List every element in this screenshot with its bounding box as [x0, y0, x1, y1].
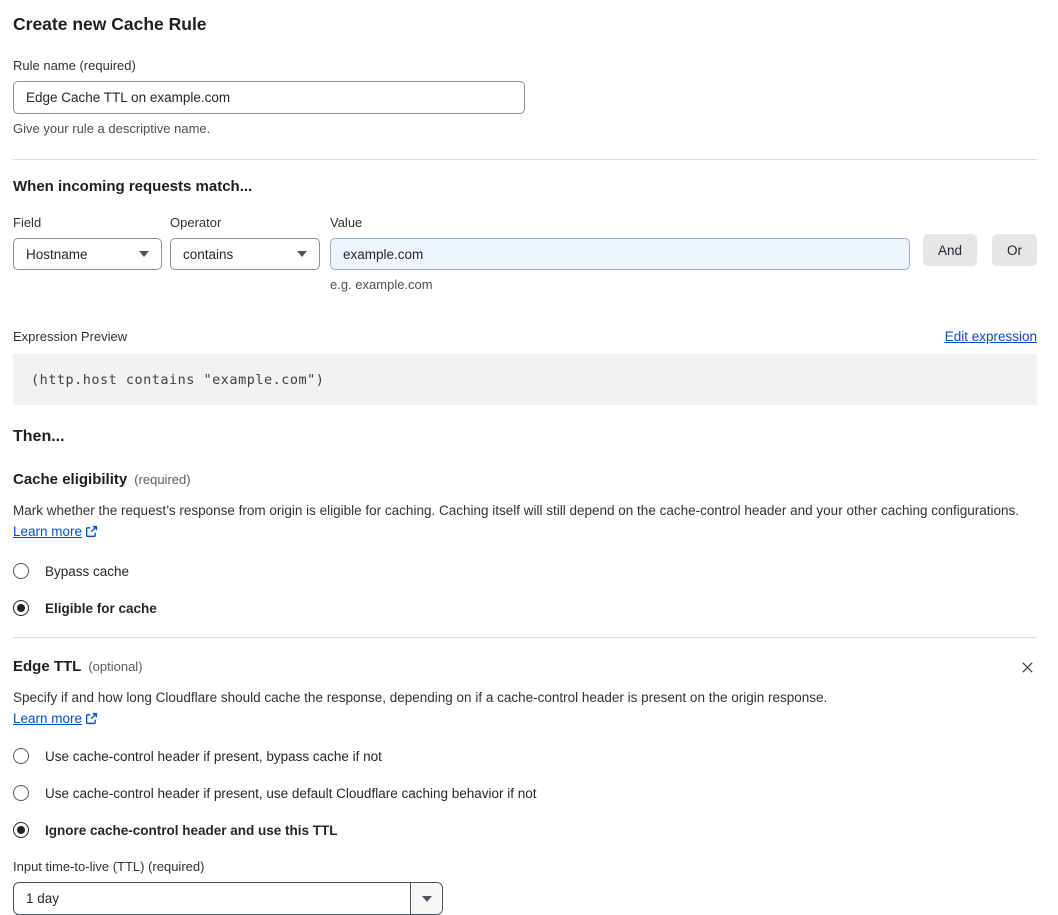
value-label: Value — [330, 215, 363, 230]
or-button[interactable]: Or — [992, 234, 1037, 266]
edge-ttl-description-text: Specify if and how long Cloudflare shoul… — [13, 690, 828, 705]
radio-option-use-header-bypass[interactable]: Use cache-control header if present, byp… — [13, 748, 1037, 764]
rule-name-input[interactable] — [13, 81, 525, 114]
chevron-down-icon — [297, 251, 307, 257]
close-icon — [1022, 662, 1033, 673]
field-label: Field — [13, 215, 42, 230]
create-cache-rule-form: Create new Cache Rule Rule name (require… — [0, 0, 1058, 915]
radio-option-eligible-for-cache[interactable]: Eligible for cache — [13, 600, 1037, 616]
radio-icon[interactable] — [13, 563, 29, 579]
edit-expression-link[interactable]: Edit expression — [945, 329, 1037, 344]
chevron-down-icon — [421, 895, 432, 902]
field-select[interactable]: Hostname — [13, 238, 162, 270]
value-input[interactable] — [330, 238, 910, 270]
edge-ttl-optional-tag: (optional) — [88, 659, 143, 674]
radio-option-ignore-header-use-ttl[interactable]: Ignore cache-control header and use this… — [13, 822, 1037, 838]
section-divider — [13, 637, 1037, 638]
radio-icon[interactable] — [13, 822, 29, 838]
cache-eligibility-required-tag: (required) — [134, 472, 191, 487]
edge-ttl-title: Edge TTL — [13, 658, 82, 675]
ttl-select[interactable]: 1 day — [13, 882, 443, 915]
cache-eligibility-description-text: Mark whether the request’s response from… — [13, 503, 1020, 518]
page-title: Create new Cache Rule — [13, 14, 207, 34]
chevron-down-icon — [139, 251, 149, 257]
and-button[interactable]: And — [922, 234, 977, 266]
value-help: e.g. example.com — [330, 277, 433, 292]
radio-option-use-header-default[interactable]: Use cache-control header if present, use… — [13, 785, 1037, 801]
match-section-heading: When incoming requests match... — [13, 178, 253, 195]
expression-preview-code: (http.host contains "example.com") — [13, 354, 1037, 405]
cache-eligibility-description: Mark whether the request’s response from… — [13, 500, 1037, 542]
operator-label: Operator — [170, 215, 222, 230]
radio-icon[interactable] — [13, 785, 29, 801]
ttl-select-value: 1 day — [26, 891, 60, 906]
ttl-label: Input time-to-live (TTL) (required) — [13, 859, 205, 874]
cache-eligibility-learn-more-link[interactable]: Learn more — [13, 524, 98, 539]
external-link-icon — [85, 712, 98, 725]
operator-select[interactable]: contains — [170, 238, 320, 270]
field-select-value: Hostname — [26, 246, 88, 262]
section-divider — [13, 159, 1037, 160]
edge-ttl-radio-group: Use cache-control header if present, byp… — [13, 748, 1037, 838]
external-link-icon — [85, 525, 98, 538]
cache-eligibility-title: Cache eligibility — [13, 471, 128, 488]
edge-ttl-description: Specify if and how long Cloudflare shoul… — [13, 687, 858, 729]
edge-ttl-learn-more-link[interactable]: Learn more — [13, 711, 98, 726]
operator-select-value: contains — [183, 246, 234, 262]
rule-name-label: Rule name (required) — [13, 58, 136, 73]
ttl-select-toggle[interactable] — [410, 883, 442, 914]
radio-option-bypass-cache[interactable]: Bypass cache — [13, 563, 1037, 579]
radio-icon[interactable] — [13, 748, 29, 764]
rule-name-help: Give your rule a descriptive name. — [13, 121, 211, 136]
cache-eligibility-radio-group: Bypass cache Eligible for cache — [13, 563, 1037, 616]
close-edge-ttl-button[interactable] — [1018, 658, 1037, 677]
expression-preview-label: Expression Preview — [13, 329, 128, 344]
then-heading: Then... — [13, 428, 65, 445]
match-condition-row: Field Hostname Operator contains Value e… — [13, 215, 1037, 292]
radio-icon[interactable] — [13, 600, 29, 616]
